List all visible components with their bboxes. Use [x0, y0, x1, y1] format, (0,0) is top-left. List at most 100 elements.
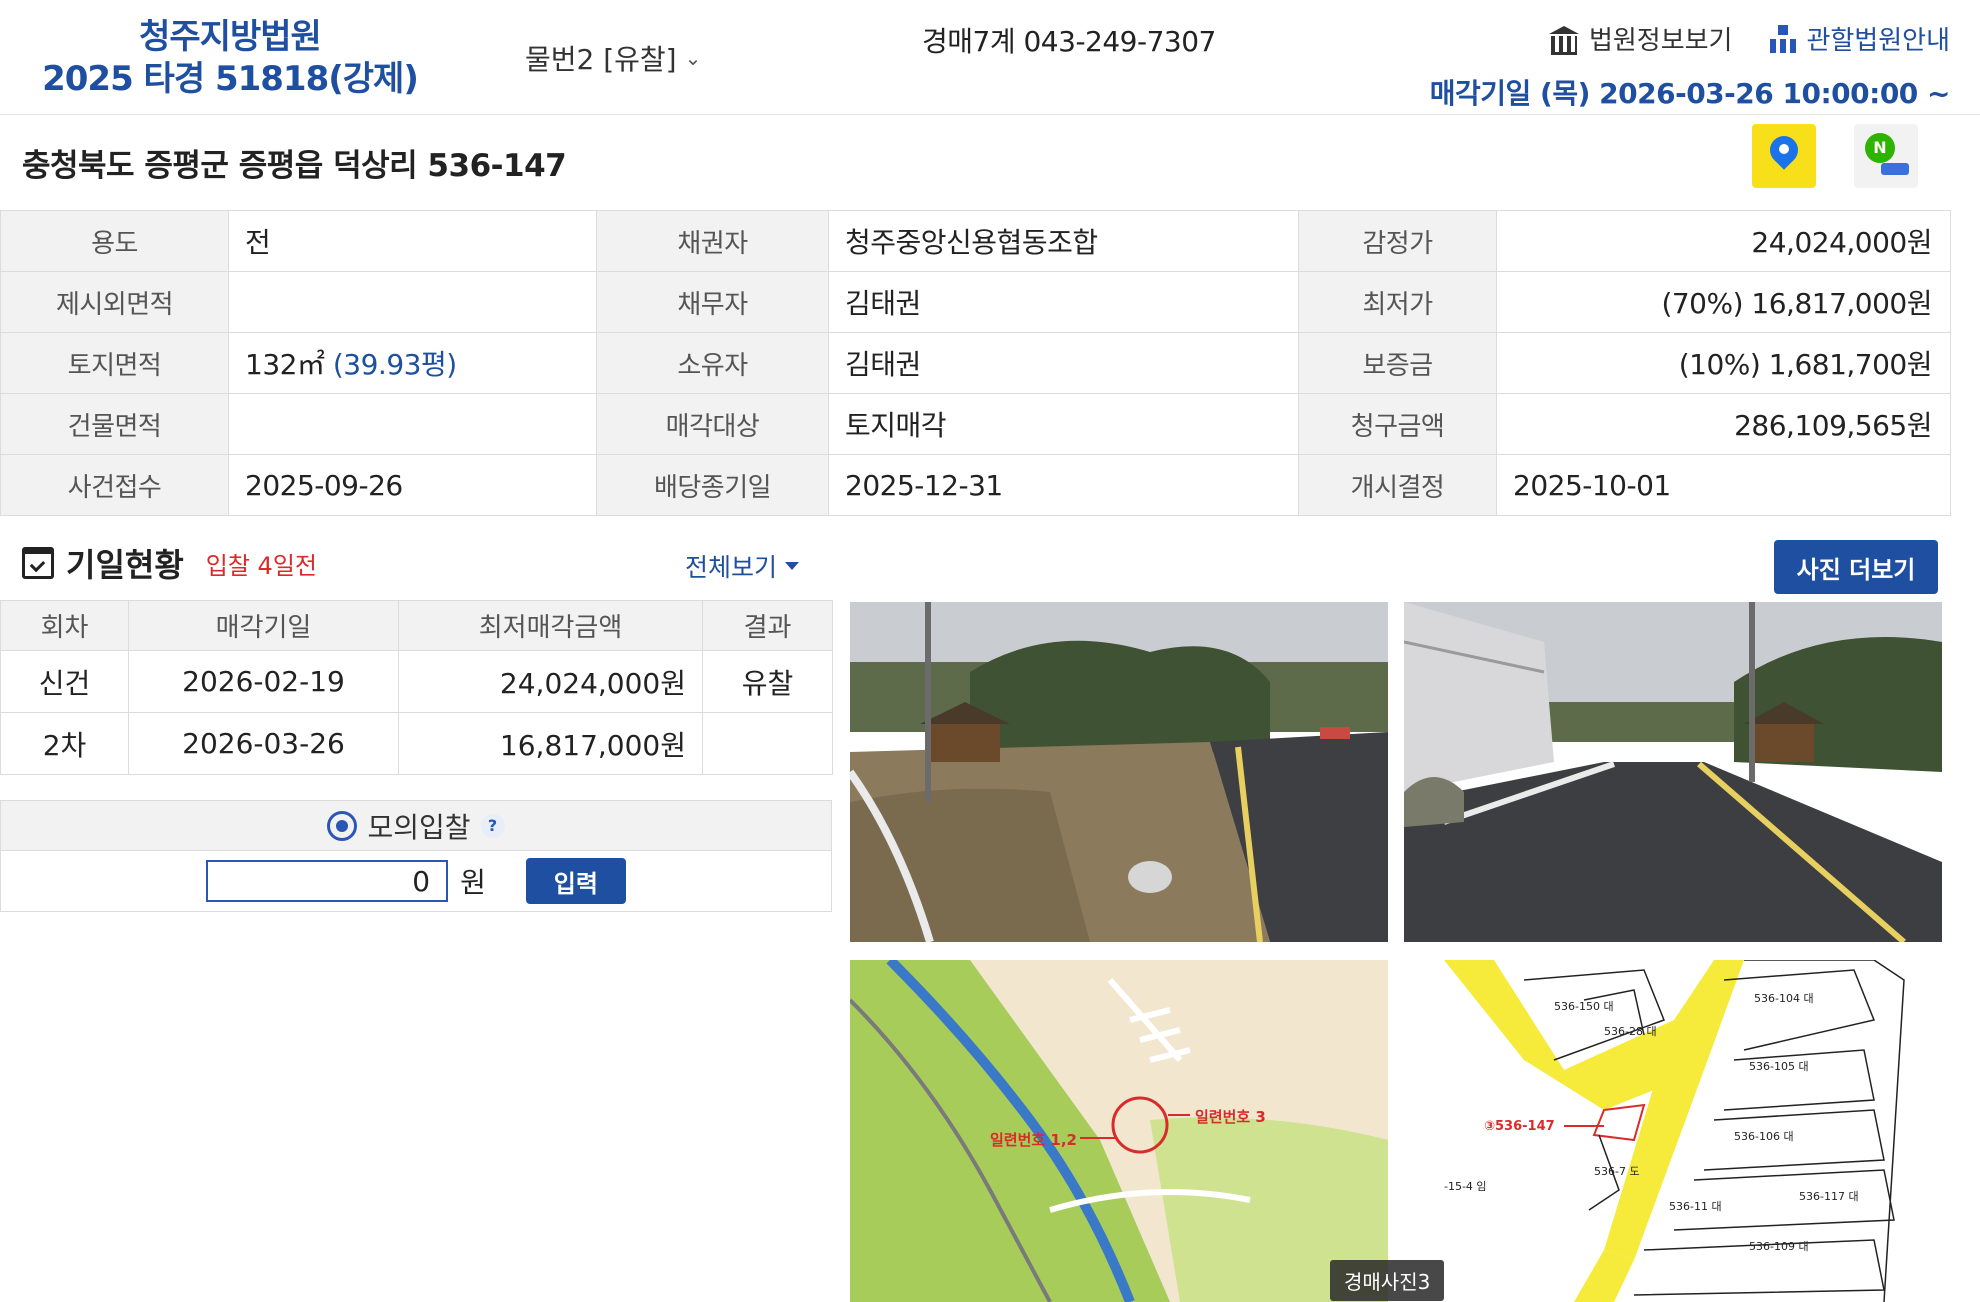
col-min-price: 최저매각금액 — [398, 600, 703, 651]
currency-unit: 원 — [460, 866, 486, 899]
mock-bid-title: 모의입찰 — [367, 810, 471, 844]
court-info-label: 법원정보보기 — [1588, 26, 1733, 56]
usage-label: 용도 — [0, 210, 229, 272]
bid-amount-input[interactable] — [206, 860, 449, 902]
creditor-label: 채권자 — [596, 210, 829, 272]
court-info-link[interactable]: 법원정보보기 — [1548, 20, 1733, 57]
col-round: 회차 — [0, 600, 129, 651]
map-label-serial-3: 일련번호 3 — [1195, 1108, 1266, 1126]
parcel-label: 536-11 대 — [1669, 1200, 1722, 1213]
map-label-serial-1-2: 일련번호 1,2 — [990, 1131, 1077, 1149]
land-area-label: 토지면적 — [0, 332, 229, 394]
owner-label: 소유자 — [596, 332, 829, 394]
deposit-value: (10%) 1,681,700원 — [1496, 332, 1951, 394]
auction-photo-1[interactable] — [850, 602, 1388, 942]
building-area-label: 건물면적 — [0, 393, 229, 455]
parcel-label: 536-7 도 — [1594, 1165, 1640, 1178]
date-cell: 2026-02-19 — [128, 650, 399, 713]
parcel-label: 536-105 대 — [1749, 1060, 1809, 1073]
mock-bid-panel: 모의입찰 ? 원 입력 — [0, 800, 832, 912]
map-pin-icon — [1770, 136, 1798, 176]
auction-photo-2[interactable] — [1404, 602, 1942, 942]
calendar-check-icon — [22, 547, 54, 579]
minimum-price-label: 최저가 — [1298, 271, 1497, 333]
target-icon — [327, 810, 358, 841]
debtor-value: 김태권 — [828, 271, 1299, 333]
price-cell: 16,817,000원 — [398, 712, 703, 775]
land-area-pyeong: (39.93평) — [332, 348, 457, 381]
sale-date: 매각기일 (목) 2026-03-26 10:00:00 ~ — [1429, 77, 1951, 110]
schedule-title: 기일현황 — [66, 546, 184, 584]
jurisdiction-label: 관할법원안내 — [1806, 26, 1950, 56]
case-info-table: 용도 전 채권자 청주중앙신용협동조합 감정가 24,024,000원 제시외면… — [0, 210, 1951, 516]
case-number: 2025 타경 51818(강제) — [42, 59, 419, 99]
result-cell: 유찰 — [702, 650, 833, 713]
filing-date-value: 2025-09-26 — [228, 454, 597, 516]
price-cell: 24,024,000원 — [398, 650, 703, 713]
table-row: 2차 2026-03-26 16,817,000원 — [0, 712, 833, 775]
filing-date-label: 사건접수 — [0, 454, 229, 516]
extra-area-label: 제시외면적 — [0, 271, 229, 333]
round-cell: 2차 — [0, 712, 129, 775]
land-area-value: 132㎡ (39.93평) — [228, 332, 597, 394]
table-row: 건물면적 매각대상 토지매각 청구금액 286,109,565원 — [0, 393, 1951, 455]
parcel-label: 536-106 대 — [1734, 1130, 1794, 1143]
claim-amount-value: 286,109,565원 — [1496, 393, 1951, 455]
parcel-label: 536-104 대 — [1754, 992, 1814, 1005]
building-area-value — [228, 393, 597, 455]
jurisdiction-link[interactable]: 관할법원안내 — [1770, 20, 1950, 57]
debtor-label: 채무자 — [596, 271, 829, 333]
schedule-header: 기일현황 입찰 4일전 — [22, 540, 317, 586]
bid-submit-button[interactable]: 입력 — [525, 858, 626, 904]
claim-amount-label: 청구금액 — [1298, 393, 1497, 455]
appraisal-label: 감정가 — [1298, 210, 1497, 272]
court-name: 청주지방법원 — [139, 17, 322, 57]
table-row: 토지면적 132㎡ (39.93평) 소유자 김태권 보증금 (10%) 1,6… — [0, 332, 1951, 394]
dividend-deadline-value: 2025-12-31 — [828, 454, 1299, 516]
item-select-label: 물번2 [유찰] — [525, 43, 677, 76]
parcel-subject-label: ③536-147 — [1484, 1119, 1555, 1134]
bank-icon — [1548, 25, 1579, 55]
caret-down-icon — [785, 562, 800, 570]
appraisal-value: 24,024,000원 — [1496, 210, 1951, 272]
sale-target-value: 토지매각 — [828, 393, 1299, 455]
cadastral-map-photo[interactable]: 536-150 대 536-28 대 536-104 대 536-105 대 5… — [1404, 960, 1942, 1302]
days-until-bid: 입찰 4일전 — [205, 551, 317, 580]
usage-value: 전 — [228, 210, 597, 272]
chevron-down-icon: ⌄ — [684, 46, 702, 70]
date-cell: 2026-03-26 — [128, 712, 399, 775]
mock-bid-header: 모의입찰 ? — [1, 801, 831, 851]
naver-map-button[interactable]: N — [1854, 124, 1918, 188]
parcel-label: 536-28 대 — [1604, 1025, 1657, 1038]
creditor-value: 청주중앙신용협동조합 — [828, 210, 1299, 272]
parcel-label: 536-117 대 — [1799, 1190, 1859, 1203]
naver-map-icon: N — [1863, 133, 1909, 179]
header-links: 법원정보보기 관할법원안내 — [1380, 20, 1980, 57]
minimum-price-value: (70%) 16,817,000원 — [1496, 271, 1951, 333]
kakao-map-button[interactable] — [1752, 124, 1816, 188]
table-header-row: 회차 매각기일 최저매각금액 결과 — [0, 600, 833, 651]
col-result: 결과 — [702, 600, 833, 651]
sale-target-label: 매각대상 — [596, 393, 829, 455]
item-select-dropdown[interactable]: 물번2 [유찰] ⌄ — [525, 38, 701, 78]
table-row: 사건접수 2025-09-26 배당종기일 2025-12-31 개시결정 20… — [0, 454, 1951, 516]
parcel-label: -15-4 임 — [1444, 1180, 1487, 1193]
result-cell — [702, 712, 833, 775]
view-all-button[interactable]: 전체보기 — [685, 548, 800, 584]
organization-icon — [1770, 24, 1797, 53]
land-area-sqm: 132㎡ — [245, 348, 325, 381]
schedule-table: 회차 매각기일 최저매각금액 결과 신건 2026-02-19 24,024,0… — [0, 600, 833, 775]
more-photos-button[interactable]: 사진 더보기 — [1774, 540, 1938, 594]
deposit-label: 보증금 — [1298, 332, 1497, 394]
col-sale-date: 매각기일 — [128, 600, 399, 651]
dividend-deadline-label: 배당종기일 — [596, 454, 829, 516]
photo-caption: 경매사진3 — [1330, 1260, 1445, 1301]
table-row: 용도 전 채권자 청주중앙신용협동조합 감정가 24,024,000원 — [0, 210, 1951, 272]
help-icon[interactable]: ? — [480, 813, 505, 838]
round-cell: 신건 — [0, 650, 129, 713]
mock-bid-row: 원 입력 — [1, 851, 831, 911]
location-map-photo[interactable]: 일련번호 3 일련번호 1,2 — [850, 960, 1388, 1302]
owner-value: 김태권 — [828, 332, 1299, 394]
department-phone: 경매7계 043-249-7307 — [922, 25, 1216, 58]
commencement-label: 개시결정 — [1298, 454, 1497, 516]
